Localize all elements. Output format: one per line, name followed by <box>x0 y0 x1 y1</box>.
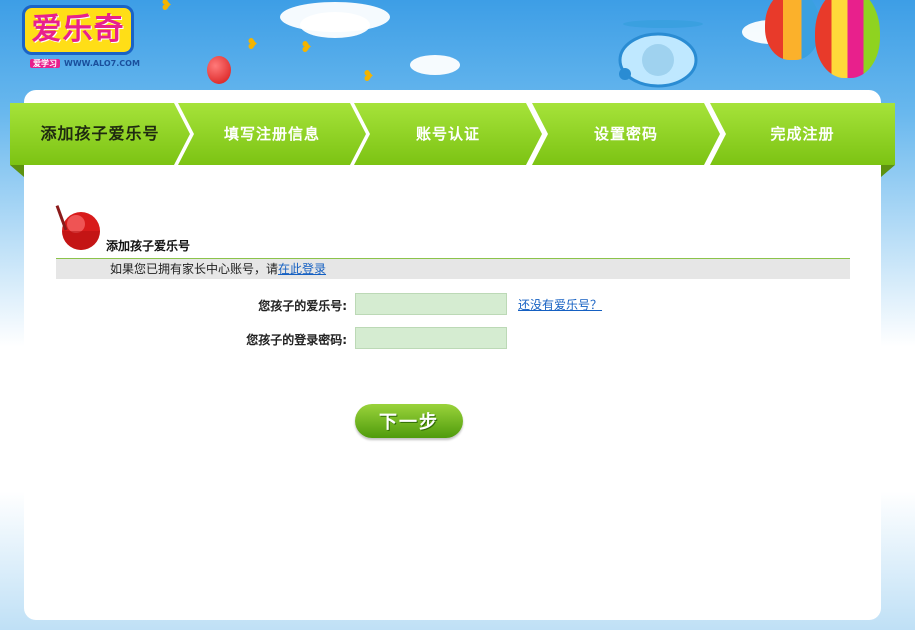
step-label: 添加孩子爱乐号 <box>40 124 160 143</box>
balloon-icon <box>765 0 820 60</box>
balloon-icon <box>815 0 880 78</box>
content-panel <box>24 90 881 620</box>
fish-icon: ❥ <box>362 67 375 85</box>
login-here-link[interactable]: 在此登录 <box>278 262 326 276</box>
cloud <box>300 12 370 38</box>
step-account-verify: 账号认证 <box>354 103 542 165</box>
login-hint-bar: 如果您已拥有家长中心账号，请在此登录 <box>56 259 850 279</box>
login-hint-text: 如果您已拥有家长中心账号，请 <box>110 262 279 276</box>
step-set-password: 设置密码 <box>532 103 720 165</box>
site-logo[interactable]: 爱乐奇 爱学习 WWW.ALO7.COM <box>22 5 140 75</box>
child-password-input[interactable] <box>355 327 507 349</box>
cloud <box>410 55 460 75</box>
step-label: 填写注册信息 <box>223 125 320 143</box>
tab-fold <box>881 165 895 177</box>
logo-url-text: WWW.ALO7.COM <box>64 59 140 68</box>
apple-icon <box>55 203 103 251</box>
step-label: 账号认证 <box>415 125 480 143</box>
child-id-label: 您孩子的爱乐号: <box>258 299 347 313</box>
logo-tag: 爱学习 <box>30 59 60 68</box>
step-add-child-id: 添加孩子爱乐号 <box>10 103 190 165</box>
tab-fold <box>10 165 24 177</box>
step-complete: 完成注册 <box>710 103 895 165</box>
step-fill-info: 填写注册信息 <box>178 103 366 165</box>
child-id-input[interactable] <box>355 293 507 315</box>
fish-icon: ❥ <box>160 0 173 14</box>
next-step-button[interactable]: 下一步 <box>355 404 463 438</box>
logo-title: 爱乐奇 <box>22 5 134 55</box>
helicopter-icon <box>598 12 728 92</box>
apple-decoration-icon <box>207 56 231 84</box>
section-title: 添加孩子爱乐号 <box>106 239 191 253</box>
no-child-id-link[interactable]: 还没有爱乐号？ <box>518 296 602 313</box>
fish-icon: ❥ <box>300 38 313 56</box>
step-label: 完成注册 <box>770 125 835 143</box>
fish-icon: ❥ <box>246 35 259 53</box>
registration-steps: 添加孩子爱乐号 填写注册信息 账号认证 设置密码 完成注册 <box>10 103 895 165</box>
child-password-label: 您孩子的登录密码: <box>246 333 347 347</box>
step-label: 设置密码 <box>593 125 658 143</box>
logo-url: 爱学习 WWW.ALO7.COM <box>30 58 140 69</box>
